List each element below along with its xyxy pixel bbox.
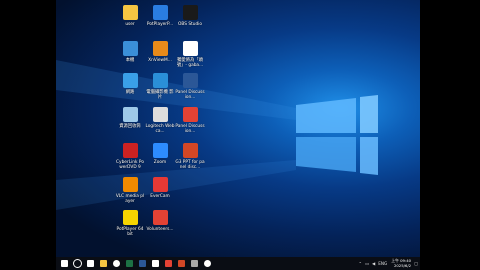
word-doc-icon [182,73,198,88]
chrome-taskbar-button[interactable] [111,258,122,269]
computer-icon [122,41,138,56]
obs-icon [182,5,198,20]
desktop-icon-label: EverCam [150,194,170,199]
desktop-icon[interactable]: OBS Studio [176,4,204,44]
xnview-icon [191,260,198,267]
powerpoint-icon [178,260,185,267]
desktop-icon[interactable]: Volunteers... [146,209,174,249]
file-explorer-button[interactable] [98,258,109,269]
desktop-icon-label: Volunteers... [146,227,174,232]
desktop-icon-label: PotPlayerP... [146,22,174,27]
potplayer64-icon [122,210,138,225]
desktop-icon-label: VLC media player [115,194,145,204]
volume-icon[interactable]: ◀ [372,261,375,266]
ppt-icon [182,143,198,158]
desktop-icon-label: 獨愛將為「頭號」- gaba... [176,58,204,68]
desktop-icon-label: 網路 [125,90,135,95]
search-icon [73,259,82,268]
desktop-icon-label: CyberLink PowerDVD 9 [116,160,144,170]
desktop-icon-grid: user PotPlayerP... OBS Studio 本機 XnViewM... 獨… [116,2,236,242]
pdf-file-icon [152,210,168,225]
pdf-doc-icon [182,107,198,122]
chrome-icon [182,41,198,56]
folder-icon [100,260,107,267]
search-button[interactable] [72,258,83,269]
desktop-icon-label: Zoom [153,160,167,165]
taskbar-items [56,258,213,269]
desktop-icon-label: XnViewM... [148,58,172,63]
chevron-up-icon[interactable]: ⌃ [359,261,363,266]
excel-icon [126,260,133,267]
acrobat-icon [165,260,172,267]
potplayer-icon [152,5,168,20]
network-icon[interactable]: ▭ [365,261,369,266]
desktop-icon[interactable]: G3 PPT for panel disc... [175,142,205,182]
desktop-icon-label: 電腦攝影機 影片 [146,90,174,100]
windows-logo-wallpaper [56,60,378,210]
desktop-icon-label: 本機 [125,58,135,63]
start-button[interactable] [59,258,70,269]
video-icon [152,73,168,88]
taskbar: ⌃ ▭ ◀ ENG 上午 09:40 2025/6/2 ▢ [56,257,420,270]
input-language[interactable]: ENG [378,261,387,266]
word-taskbar-button[interactable] [137,258,148,269]
powerdvd-icon [122,143,138,158]
acrobat-taskbar-button[interactable] [163,258,174,269]
desktop-icon-label: Panel Discussion... [175,124,205,134]
obs-taskbar-button[interactable] [202,258,213,269]
desktop-icon[interactable]: Logitech Webca... [145,106,175,146]
desktop-icon[interactable]: PotPlayer 64 bit [116,209,144,249]
desktop-background: user PotPlayerP... OBS Studio 本機 XnViewM... 獨… [56,0,420,257]
desktop-icon[interactable]: Panel Discussion... [175,106,205,146]
desktop-icon-label: G3 PPT for panel disc... [175,160,205,170]
vlc-icon [122,177,138,192]
recycle-bin-icon [122,107,138,122]
screen: user PotPlayerP... OBS Studio 本機 XnViewM... 獨… [0,0,480,270]
word-icon [139,260,146,267]
chrome-icon [113,260,120,267]
logitech-icon [152,107,168,122]
desktop-icon-label: Panel Discussion... [175,90,205,100]
xnview-taskbar-button[interactable] [189,258,200,269]
powerpoint-taskbar-button[interactable] [176,258,187,269]
network-icon [122,73,138,88]
task-view-icon [87,260,94,267]
system-tray: ⌃ ▭ ◀ ENG 上午 09:40 2025/6/2 ▢ [356,257,418,270]
notification-icon[interactable]: ▢ [414,261,418,266]
folder-user-icon [122,5,138,20]
zoom-icon [152,143,168,158]
desktop-icon-label: Logitech Webca... [145,124,175,134]
obs-icon [204,260,211,267]
excel-taskbar-button[interactable] [124,258,135,269]
desktop-icon-label: user [125,22,135,27]
store-icon [152,260,159,267]
store-taskbar-button[interactable] [150,258,161,269]
desktop-icon[interactable]: PotPlayerP... [146,4,174,44]
task-view-button[interactable] [85,258,96,269]
desktop-icon-label: OBS Studio [177,22,203,27]
desktop-icon-label: PotPlayer 64 bit [116,227,144,237]
desktop-icon-label: 資源回收筒 [119,124,141,129]
desktop-icon[interactable]: 資源回收筒 [116,106,144,146]
clock-date: 2025/6/2 [393,262,412,268]
xnview-icon [152,41,168,56]
desktop-icon[interactable]: user [116,4,144,44]
windows-logo-icon [61,260,68,267]
evercam-icon [152,177,168,192]
clock[interactable]: 上午 09:40 2025/6/2 [391,258,412,268]
